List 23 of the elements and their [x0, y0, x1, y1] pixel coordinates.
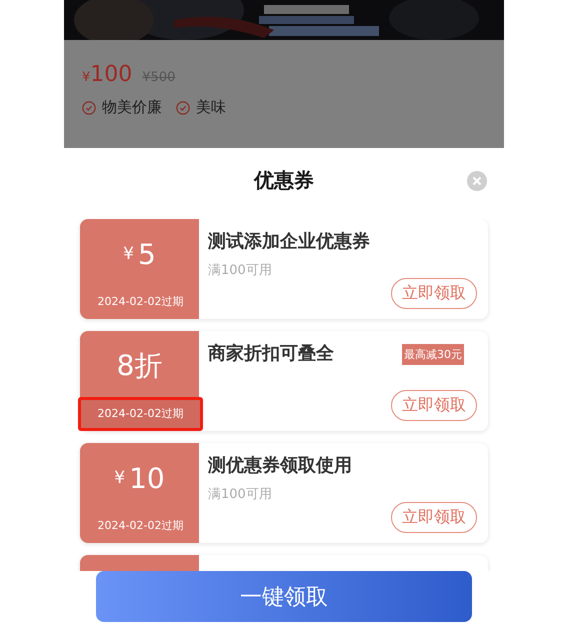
sheet-title: 优惠券	[254, 166, 314, 194]
tag-label: 物美价廉	[102, 98, 162, 117]
coupon-value: ¥10	[113, 460, 166, 496]
price: ¥100	[82, 62, 132, 87]
expiry-date: 2024-02-02过期	[96, 294, 184, 310]
coupon-condition: 满100可用	[208, 486, 273, 503]
coupon-title: 商家折扣可叠全	[208, 342, 334, 365]
claim-button[interactable]: 立即领取	[391, 390, 477, 421]
check-circle-icon	[82, 100, 96, 114]
coupon-value: ¥5	[122, 236, 157, 272]
coupon-title: 测试添加企业优惠券	[208, 230, 370, 253]
check-circle-icon	[176, 100, 190, 114]
claim-button[interactable]: 立即领取	[391, 278, 477, 309]
expiry-date: 2024-02-02过期	[96, 518, 184, 534]
coupon-title: 测优惠券领取使用	[208, 454, 352, 477]
claim-button[interactable]: 立即领取	[391, 502, 477, 533]
expiry-date: 2024-02-02过期	[78, 397, 203, 431]
coupon-condition: 满100可用	[208, 262, 273, 279]
tag-label: 美味	[196, 98, 226, 117]
close-icon[interactable]	[467, 171, 487, 191]
claim-all-button[interactable]: 一键领取	[96, 571, 472, 622]
max-discount-tag: 最高减30元	[402, 344, 464, 365]
coupon-value: 8折	[116, 348, 164, 384]
